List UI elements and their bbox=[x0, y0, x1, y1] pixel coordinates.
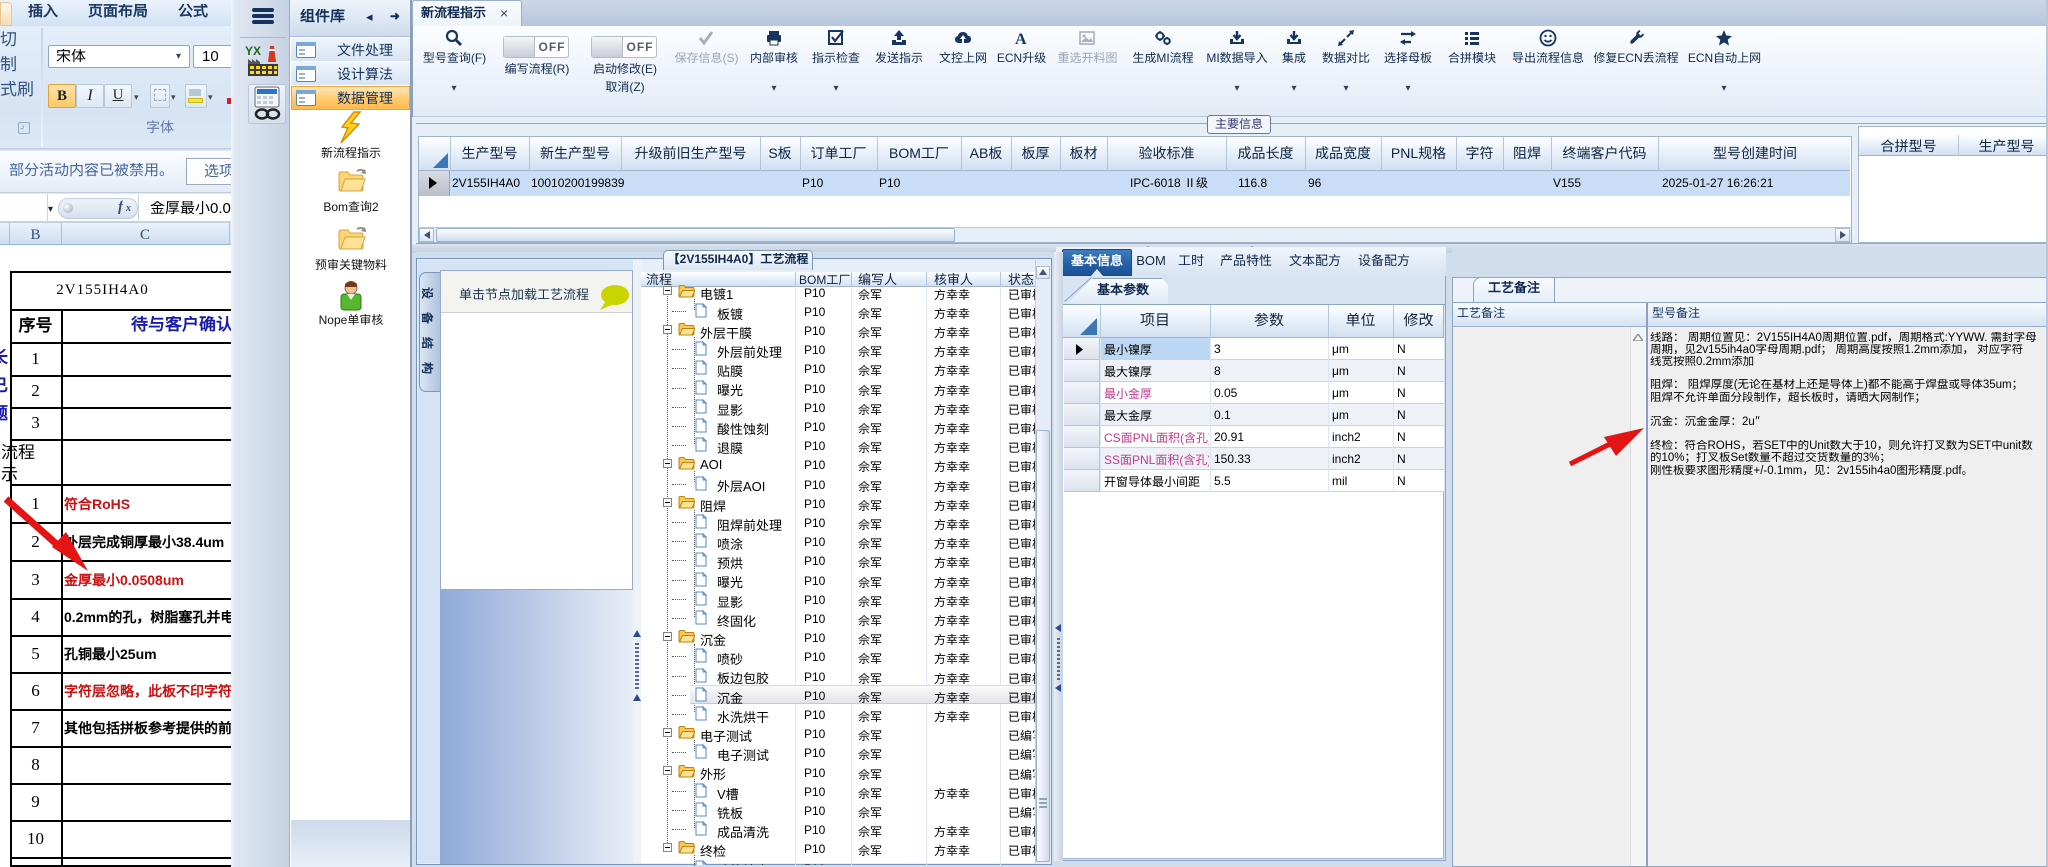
svg-text:A: A bbox=[1015, 31, 1027, 47]
svg-text:YX: YX bbox=[245, 44, 261, 58]
